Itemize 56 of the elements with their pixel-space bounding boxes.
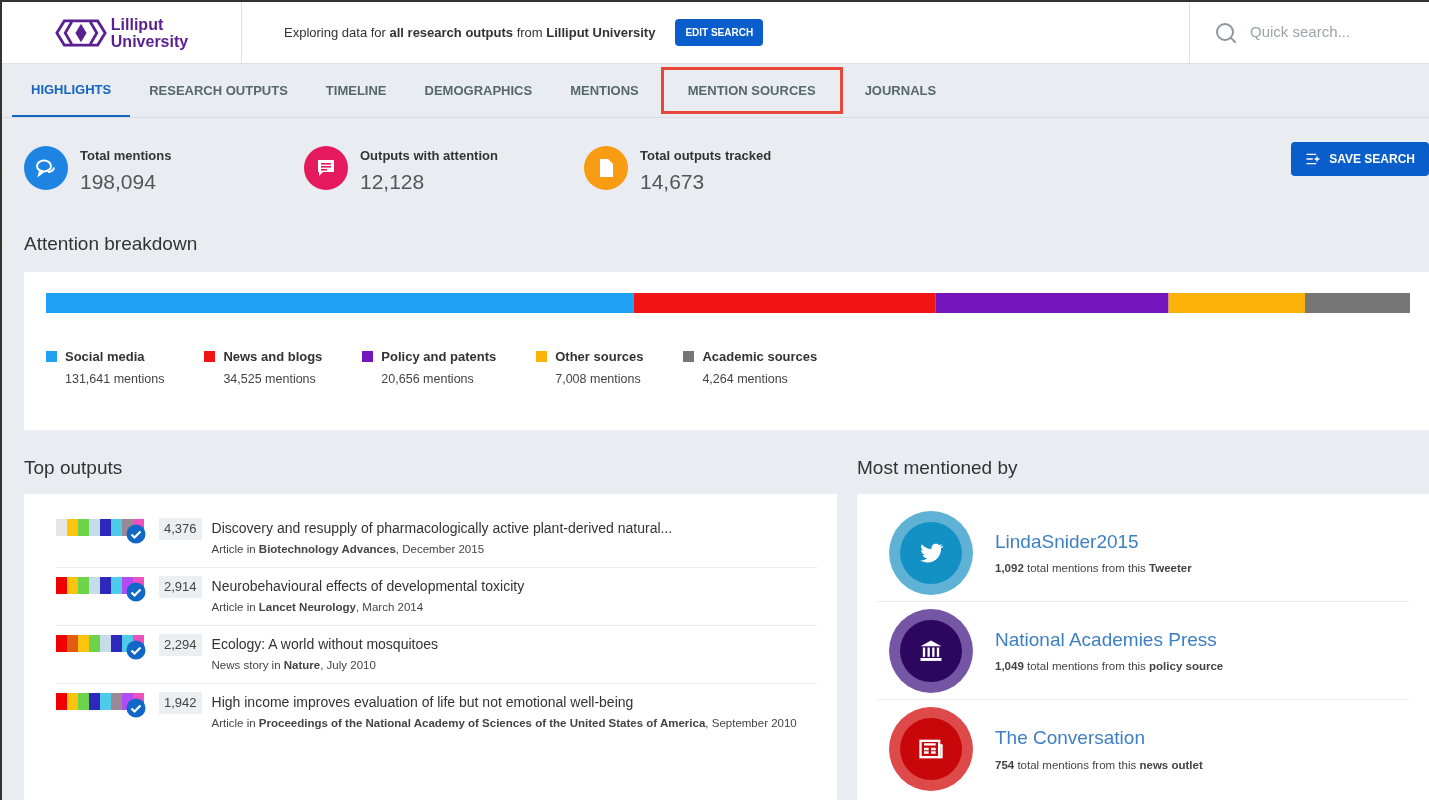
section-heading: Attention breakdown — [24, 232, 199, 256]
legend-count: 34,525 mentions — [222, 371, 317, 388]
nav-tab[interactable]: HIGHLIGHTS — [12, 64, 131, 117]
score-count: 2,294 — [159, 634, 202, 656]
output-meta: Article in Biotechnology Advances, December 2015 — [211, 542, 486, 557]
legend-count: 4,264 mentions — [701, 371, 789, 388]
source-name[interactable]: National Academies Press — [995, 625, 1224, 655]
output-title[interactable]: High income improves evaluation of life but not emotional well-being — [211, 692, 797, 713]
section-heading: Most mentioned by — [857, 455, 1019, 480]
output-meta: News story in Nature, July 2010 — [211, 658, 377, 673]
save-search-button[interactable]: SAVE SEARCH — [1291, 142, 1429, 176]
list-add-icon — [1305, 151, 1322, 167]
edit-search-button[interactable]: EDIT SEARCH — [675, 19, 764, 46]
legend-label: Other sources — [555, 347, 644, 366]
score-count: 4,376 — [159, 518, 202, 540]
score-count: 2,914 — [159, 576, 202, 598]
speech-bubbles-icon — [24, 146, 68, 190]
quick-search-field[interactable]: Quick search... — [1250, 21, 1400, 44]
legend-label: News and blogs — [223, 347, 323, 366]
source-name[interactable]: The Conversation — [995, 724, 1203, 753]
stat-value: 12,128 — [360, 168, 426, 195]
search-context-text: Exploring data for all research outputs from Lilliput University — [284, 23, 656, 42]
nav-tab[interactable]: TIMELINE — [306, 64, 406, 117]
source-summary: 1,092 total mentions from this Tweeter — [995, 561, 1192, 577]
stat-label: Outputs with attention — [360, 147, 498, 165]
message-icon — [304, 146, 348, 190]
legend-count: 7,008 mentions — [554, 371, 642, 388]
nav-tab[interactable]: RESEARCH OUTPUTS — [130, 64, 307, 117]
section-heading: Top outputs — [24, 455, 124, 480]
nav-tab[interactable]: JOURNALS — [845, 64, 956, 117]
output-title[interactable]: Discovery and resupply of pharmacologically active plant-derived natural... — [211, 518, 673, 539]
nav-tab[interactable]: MENTIONS — [551, 64, 658, 117]
legend-label: Social media — [65, 347, 145, 366]
stat-value: 14,673 — [640, 168, 706, 195]
source-summary: 754 total mentions from this news outlet — [995, 757, 1203, 773]
search-icon — [1214, 20, 1238, 45]
source-summary: 1,049 total mentions from this policy source — [995, 659, 1224, 675]
output-meta: Article in Proceedings of the National Academy of Sciences of the United States of America, September 2010 — [211, 716, 797, 731]
document-icon — [584, 146, 628, 190]
legend-label: Policy and patents — [381, 347, 497, 366]
legend-count: 131,641 mentions — [64, 371, 165, 388]
score-count: 1,942 — [159, 692, 202, 714]
stat-label: Total mentions — [80, 147, 172, 165]
stat-label: Total outputs tracked — [640, 147, 772, 165]
logo-text: University — [110, 32, 189, 50]
legend-count: 20,656 mentions — [380, 371, 475, 388]
hexagon-logo-icon — [54, 18, 107, 47]
stat-value: 198,094 — [80, 168, 157, 195]
legend-label: Academic sources — [702, 347, 818, 366]
nav-tab[interactable]: MENTION SOURCES — [657, 64, 846, 117]
source-name[interactable]: LindaSnider2015 — [995, 527, 1192, 557]
nav-tab[interactable]: DEMOGRAPHICS — [405, 64, 552, 117]
logo-text: Lilliput — [110, 15, 165, 33]
output-title[interactable]: Neurobehavioural effects of developmental toxicity — [211, 576, 525, 597]
output-meta: Article in Lancet Neurology, March 2014 — [211, 600, 425, 615]
output-title[interactable]: Ecology: A world without mosquitoes — [211, 634, 438, 655]
